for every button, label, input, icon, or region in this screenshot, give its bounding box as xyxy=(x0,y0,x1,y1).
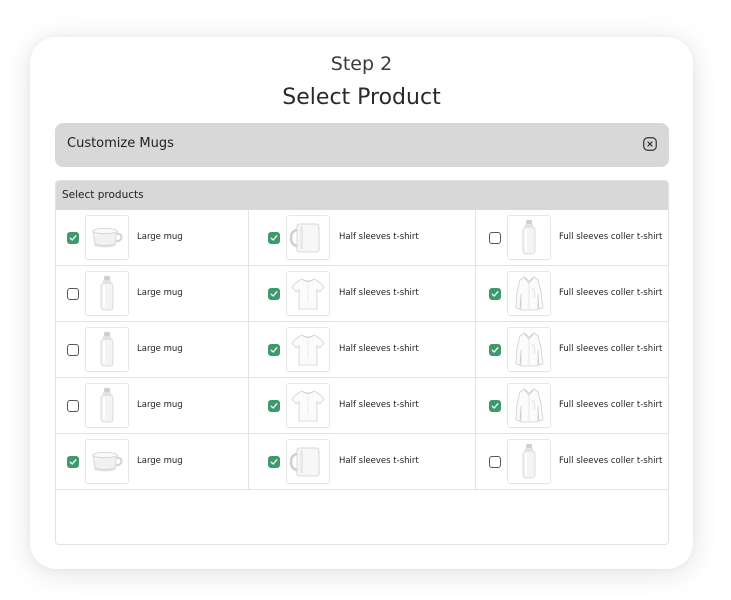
bottle-image xyxy=(85,271,129,316)
product-label: Half sleeves t-shirt xyxy=(339,400,419,410)
checkbox-checked[interactable] xyxy=(489,344,501,356)
product-row: Large mug Half sleeves t-shirt Full sleeve… xyxy=(56,266,668,322)
product-cell[interactable]: Half sleeves t-shirt xyxy=(249,434,476,490)
product-cell[interactable]: Half sleeves t-shirt xyxy=(249,322,476,378)
close-icon[interactable] xyxy=(643,137,657,151)
checkbox-unchecked[interactable] xyxy=(67,344,79,356)
product-label: Large mug xyxy=(137,288,183,298)
checkbox-checked[interactable] xyxy=(268,288,280,300)
products-panel: Select products Large mug Half sleeves t-… xyxy=(55,180,669,545)
product-row: Large mug Half sleeves t-shirt Full sleeve… xyxy=(56,434,668,490)
customize-mugs-bar: Customize Mugs xyxy=(55,123,669,167)
product-cell[interactable]: Full sleeves coller t-shirt xyxy=(476,378,668,434)
tshirt-image xyxy=(286,327,330,372)
checkbox-unchecked[interactable] xyxy=(489,456,501,468)
product-label: Large mug xyxy=(137,400,183,410)
product-label: Full sleeves coller t-shirt xyxy=(559,344,663,354)
bottle-image xyxy=(507,439,551,484)
customize-title: Customize Mugs xyxy=(67,136,174,151)
select-product-card: Step 2 Select Product Customize Mugs Sel… xyxy=(30,37,693,569)
product-label: Half sleeves t-shirt xyxy=(339,344,419,354)
product-label: Half sleeves t-shirt xyxy=(339,232,419,242)
bottle-image xyxy=(85,327,129,372)
checkbox-unchecked[interactable] xyxy=(67,400,79,412)
product-cell[interactable]: Half sleeves t-shirt xyxy=(249,266,476,322)
product-row: Large mug Half sleeves t-shirt Full sleeve… xyxy=(56,210,668,266)
checkbox-unchecked[interactable] xyxy=(489,232,501,244)
product-cell[interactable]: Half sleeves t-shirt xyxy=(249,378,476,434)
product-label: Large mug xyxy=(137,456,183,466)
product-cell[interactable]: Large mug xyxy=(56,378,249,434)
product-cell[interactable]: Full sleeves coller t-shirt xyxy=(476,210,668,266)
mug-image xyxy=(85,439,129,484)
product-label: Full sleeves coller t-shirt xyxy=(559,232,663,242)
shirt-image xyxy=(507,383,551,428)
tshirt-image xyxy=(286,383,330,428)
step-label: Step 2 xyxy=(330,53,393,75)
checkbox-checked[interactable] xyxy=(268,400,280,412)
mug-image xyxy=(85,215,129,260)
checkbox-checked[interactable] xyxy=(489,288,501,300)
glass-mug-image xyxy=(286,215,330,260)
page-title: Select Product xyxy=(282,85,441,110)
product-label: Large mug xyxy=(137,232,183,242)
product-cell[interactable]: Large mug xyxy=(56,322,249,378)
bottle-image xyxy=(507,215,551,260)
product-row: Large mug Half sleeves t-shirt Full sleeve… xyxy=(56,322,668,378)
products-header: Select products xyxy=(56,181,668,210)
checkbox-checked[interactable] xyxy=(67,232,79,244)
checkbox-checked[interactable] xyxy=(268,456,280,468)
checkbox-checked[interactable] xyxy=(268,232,280,244)
product-label: Full sleeves coller t-shirt xyxy=(559,456,663,466)
bottle-image xyxy=(85,383,129,428)
product-cell[interactable]: Half sleeves t-shirt xyxy=(249,210,476,266)
tshirt-image xyxy=(286,271,330,316)
product-cell[interactable]: Full sleeves coller t-shirt xyxy=(476,266,668,322)
glass-mug-image xyxy=(286,439,330,484)
product-cell[interactable]: Full sleeves coller t-shirt xyxy=(476,434,668,490)
checkbox-checked[interactable] xyxy=(489,400,501,412)
product-cell[interactable]: Full sleeves coller t-shirt xyxy=(476,322,668,378)
checkbox-unchecked[interactable] xyxy=(67,288,79,300)
product-label: Half sleeves t-shirt xyxy=(339,456,419,466)
checkbox-checked[interactable] xyxy=(268,344,280,356)
checkbox-checked[interactable] xyxy=(67,456,79,468)
product-row: Large mug Half sleeves t-shirt Full sleeve… xyxy=(56,378,668,434)
product-label: Half sleeves t-shirt xyxy=(339,288,419,298)
shirt-image xyxy=(507,271,551,316)
product-cell[interactable]: Large mug xyxy=(56,266,249,322)
product-cell[interactable]: Large mug xyxy=(56,210,249,266)
product-label: Large mug xyxy=(137,344,183,354)
shirt-image xyxy=(507,327,551,372)
product-label: Full sleeves coller t-shirt xyxy=(559,288,663,298)
products-grid: Large mug Half sleeves t-shirt Full sleeve… xyxy=(56,210,668,490)
product-label: Full sleeves coller t-shirt xyxy=(559,400,663,410)
product-cell[interactable]: Large mug xyxy=(56,434,249,490)
